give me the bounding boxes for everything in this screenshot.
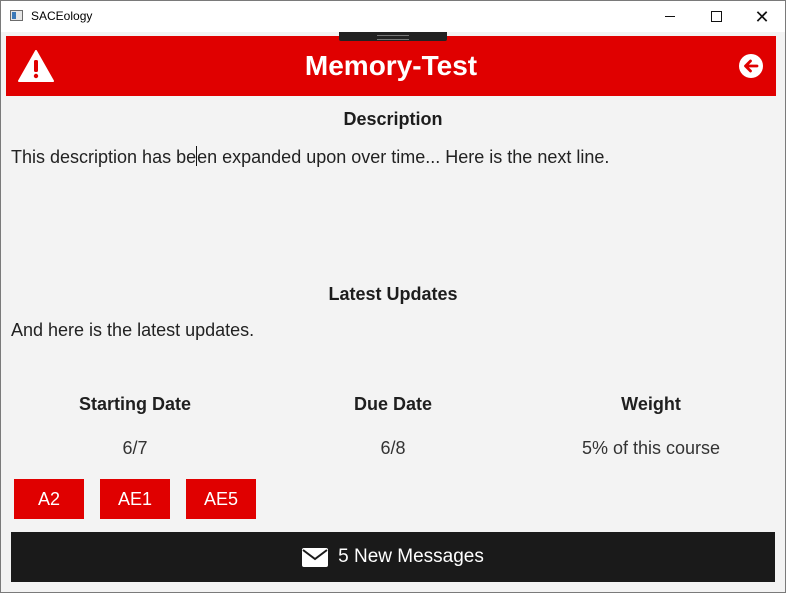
tag-button-a2[interactable]: A2 [14,479,84,519]
page-title: Memory-Test [304,50,478,81]
close-icon: ✕ [754,6,770,27]
description-heading: Description [343,109,443,129]
title-bar[interactable]: SACEology ✕ [1,1,785,32]
messages-button[interactable]: 5 New Messages [11,532,775,582]
tag-button-ae1[interactable]: AE1 [100,479,170,519]
starting-date-value: 6/7 [122,438,148,458]
back-arrow-icon[interactable] [738,53,764,79]
close-button[interactable]: ✕ [739,1,785,32]
weight-label: Weight [621,394,681,414]
header-bar: Memory-Test [6,36,776,96]
starting-date-label: Starting Date [78,394,192,414]
description-text[interactable]: This description has been expanded upon … [11,146,609,168]
maximize-icon [710,11,722,22]
minimize-icon [665,16,675,17]
app-icon [10,10,23,21]
due-date-value: 6/8 [380,438,406,458]
messages-label: 5 New Messages [338,546,484,567]
mail-icon [302,547,329,567]
due-date-label: Due Date [353,394,433,414]
drag-handle[interactable] [339,32,447,41]
description-text-part2: en expanded upon over time... Here is th… [197,147,610,167]
updates-heading: Latest Updates [328,284,458,304]
maximize-button[interactable] [693,1,739,32]
minimize-button[interactable] [647,1,693,32]
description-text-part1: This description has be [11,147,197,167]
tag-button-ae5[interactable]: AE5 [186,479,256,519]
weight-value: 5% of this course [581,438,721,458]
updates-text[interactable]: And here is the latest updates. [11,320,254,341]
window-title: SACEology [31,9,93,23]
